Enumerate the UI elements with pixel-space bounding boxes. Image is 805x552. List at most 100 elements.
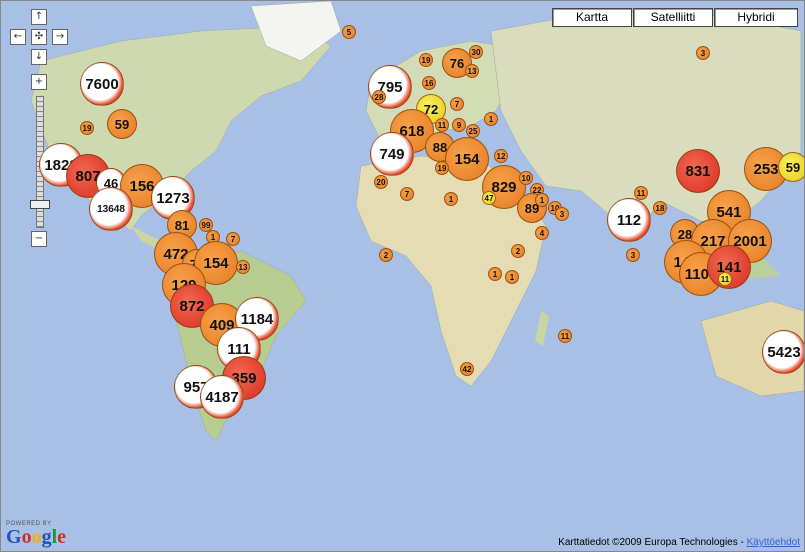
google-logo[interactable]: Google [6,527,66,547]
cluster-count-label: 1273 [156,189,190,207]
cluster-count-label: 253 [753,160,779,178]
zoom-in-button[interactable]: + [31,74,47,90]
cluster-count-label: 81 [174,217,190,233]
cluster-count-label: 3 [630,250,636,260]
cluster-marker[interactable]: 7 [400,187,414,201]
google-branding: POWERED BY Google [6,521,66,547]
cluster-marker[interactable]: 1 [488,267,502,281]
cluster-marker[interactable]: 18 [653,201,667,215]
cluster-marker[interactable]: 2 [379,248,393,262]
cluster-count-label: 12 [496,151,506,161]
zoom-slider-thumb[interactable] [30,200,50,209]
cluster-marker[interactable]: 20 [374,175,388,189]
cluster-count-label: 59 [785,159,801,175]
cluster-count-label: 16 [424,78,434,88]
madagascar-landmass [535,311,549,346]
cluster-marker[interactable]: 19 [419,53,433,67]
cluster-count-label: 30 [471,47,481,57]
map-canvas[interactable]: ↑ ← ✣ → ↓ + − Kartta Satelliitti Hybridi… [0,0,805,552]
cluster-count-label: 7 [230,234,236,244]
cluster-count-label: 76 [449,55,465,71]
cluster-marker[interactable]: 13 [465,64,479,78]
cluster-count-label: 1 [509,272,515,282]
cluster-marker[interactable]: 3 [626,248,640,262]
map-type-satelliitti-button[interactable]: Satelliitti [633,8,713,27]
cluster-marker[interactable]: 3 [555,207,569,221]
pan-up-button[interactable]: ↑ [31,9,47,25]
cluster-count-label: 42 [462,364,472,374]
cluster-marker[interactable]: 1 [505,270,519,284]
map-type-kartta-button[interactable]: Kartta [552,8,632,27]
cluster-marker[interactable]: 30 [469,45,483,59]
cluster-marker[interactable]: 42 [460,362,474,376]
cluster-marker[interactable]: 28 [372,90,386,104]
cluster-marker[interactable]: 10 [519,171,533,185]
zoom-out-button[interactable]: − [31,231,47,247]
cluster-marker[interactable]: 11 [435,118,449,132]
cluster-count-label: 5 [346,27,352,37]
cluster-count-label: 7 [404,189,410,199]
cluster-marker[interactable]: 13648 [89,187,133,231]
cluster-marker[interactable]: 112 [607,198,651,242]
cluster-marker[interactable]: 7600 [80,62,124,106]
pan-left-button[interactable]: ← [10,29,26,45]
cluster-count-label: 18 [655,203,665,213]
cluster-count-label: 11 [720,274,730,284]
cluster-marker[interactable]: 5 [342,25,356,39]
cluster-count-label: 4 [539,228,545,238]
cluster-count-label: 1 [448,194,454,204]
cluster-marker[interactable]: 1 [444,192,458,206]
cluster-count-label: 1 [492,269,498,279]
cluster-marker[interactable]: 4 [535,226,549,240]
cluster-count-label: 1184 [240,310,274,328]
cluster-marker[interactable]: 25 [466,124,480,138]
cluster-count-label: 99 [201,220,211,230]
cluster-count-label: 19 [437,163,447,173]
cluster-marker[interactable]: 12 [494,149,508,163]
pan-down-button[interactable]: ↓ [31,49,47,65]
cluster-marker[interactable]: 7 [450,97,464,111]
cluster-count-label: 1 [539,195,545,205]
cluster-count-label: 47 [484,193,494,203]
cluster-count-label: 9 [456,120,462,130]
cluster-marker[interactable]: 11 [558,329,572,343]
cluster-marker[interactable]: 3 [696,46,710,60]
cluster-count-label: 11 [636,188,646,198]
cluster-count-label: 3 [700,48,706,58]
map-type-hybridi-button[interactable]: Hybridi [714,8,798,27]
cluster-count-label: 3 [559,209,565,219]
cluster-marker[interactable]: 16 [422,76,436,90]
cluster-count-label: 11 [560,331,570,341]
cluster-marker[interactable]: 59 [107,109,137,139]
cluster-count-label: 829 [491,178,517,196]
cluster-marker[interactable]: 1 [535,193,549,207]
cluster-count-label: 10 [521,173,531,183]
cluster-marker[interactable]: 11 [634,186,648,200]
cluster-marker[interactable]: 4187 [200,375,244,419]
cluster-marker[interactable]: 47 [482,191,496,205]
cluster-marker[interactable]: 9 [452,118,466,132]
cluster-count-label: 4187 [205,388,239,406]
cluster-marker[interactable]: 19 [435,161,449,175]
cluster-marker[interactable]: 13 [236,260,250,274]
cluster-marker[interactable]: 2 [511,244,525,258]
cluster-count-label: 11 [437,120,447,130]
terms-link[interactable]: Käyttöehdot [747,537,800,548]
pan-center-button[interactable]: ✣ [31,29,47,45]
cluster-count-label: 19 [421,55,431,65]
cluster-marker[interactable]: 1 [484,112,498,126]
cluster-marker[interactable]: 5423 [762,330,804,374]
cluster-marker[interactable]: 19 [80,121,94,135]
cluster-count-label: 541 [716,203,742,221]
cluster-marker[interactable]: 831 [676,149,720,193]
cluster-marker[interactable]: 11 [718,272,732,286]
map-attribution: Karttatiedot ©2009 Europa Technologies -… [558,537,800,548]
cluster-marker[interactable]: 154 [445,137,489,181]
cluster-marker[interactable]: 59 [778,152,804,182]
pan-right-button[interactable]: → [52,29,68,45]
cluster-count-label: 872 [179,297,205,315]
cluster-count-label: 154 [203,254,229,272]
cluster-marker[interactable]: 749 [370,132,414,176]
cluster-count-label: 2 [515,246,521,256]
cluster-count-label: 1 [488,114,494,124]
